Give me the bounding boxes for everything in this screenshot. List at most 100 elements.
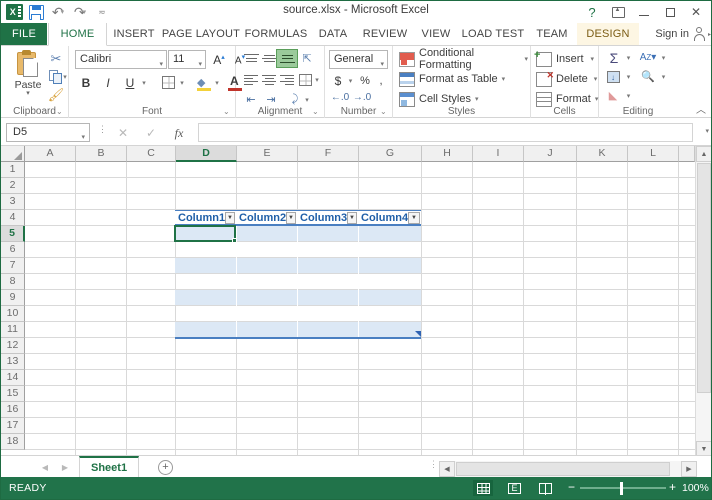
insert-cells-button[interactable]: Insert ▾ [534,49,596,69]
column-header-J[interactable]: J [524,146,577,162]
insert-function-button[interactable]: fx [167,124,191,142]
row-header-6[interactable]: 6 [1,242,25,258]
italic-button[interactable]: I [97,73,119,92]
format-as-table-button[interactable]: Format as Table ▾ [397,69,507,89]
decrease-decimal-icon[interactable]: →.0 [353,90,371,105]
merge-dropdown-icon[interactable]: ▾ [312,70,322,89]
autosum-dropdown-icon[interactable]: ▾ [624,49,633,66]
enter-formula-button[interactable]: ✓ [139,124,163,142]
tab-file[interactable]: FILE [1,23,47,45]
borders-dropdown-icon[interactable]: ▾ [177,73,187,92]
help-icon[interactable]: ? [579,2,605,23]
column-header-G[interactable]: G [359,146,422,162]
minimize-icon[interactable] [631,2,657,23]
split-handle[interactable]: ⋮ [429,460,438,469]
fill-color-dropdown-icon[interactable]: ▾ [212,73,222,92]
underline-dropdown-icon[interactable]: ▾ [139,73,149,92]
tab-formulas[interactable]: FORMULAS [243,23,309,45]
cut-icon[interactable]: ✂ [45,50,67,68]
scroll-left-icon[interactable]: ◀ [439,461,455,477]
row-header-10[interactable]: 10 [1,306,25,322]
alignment-dialog-launcher[interactable]: ⌄ [312,107,321,116]
number-format-select[interactable]: General ▾ [329,50,388,69]
paste-button[interactable]: Paste ▾ [9,49,47,105]
table-header-column4[interactable]: Column4 ▼ [358,210,421,226]
row-header-14[interactable]: 14 [1,370,25,386]
tab-load-test[interactable]: LOAD TEST [459,23,527,45]
row-header-2[interactable]: 2 [1,178,25,194]
font-size-select[interactable]: 11 ▾ [168,50,206,69]
autosum-icon[interactable]: Σ [605,49,623,66]
row-header-9[interactable]: 9 [1,290,25,306]
normal-view-button[interactable] [473,480,493,496]
comma-format-button[interactable]: , [375,72,387,89]
collapse-ribbon-button[interactable]: ︿ [696,101,706,116]
column-header-I[interactable]: I [473,146,524,162]
column-header-K[interactable]: K [577,146,628,162]
table-resize-handle[interactable] [415,331,421,337]
scroll-right-icon[interactable]: ▶ [681,461,697,477]
increase-font-size-button[interactable]: A▴ [208,50,230,69]
close-icon[interactable]: ✕ [683,2,709,23]
next-sheet-icon[interactable]: ▶ [57,460,73,474]
increase-decimal-icon[interactable]: ←.0 [331,90,349,105]
row-header-3[interactable]: 3 [1,194,25,210]
column-header-B[interactable]: B [76,146,127,162]
tab-home[interactable]: HOME [48,23,107,46]
tab-review[interactable]: REVIEW [357,23,413,45]
number-dialog-launcher[interactable]: ⌄ [380,107,389,116]
horizontal-scrollbar[interactable]: ◀ ▶ [439,461,697,477]
accounting-format-button[interactable]: $ [331,72,345,89]
vertical-scroll-thumb[interactable] [697,163,711,393]
accounting-dropdown-icon[interactable]: ▾ [346,72,355,89]
fill-handle[interactable] [232,238,237,243]
font-family-select[interactable]: Calibri ▾ [75,50,167,69]
filter-dropdown-icon[interactable]: ▼ [408,211,420,224]
underline-button[interactable]: U [119,73,141,92]
column-header-C[interactable]: C [127,146,176,162]
account-avatar-icon[interactable]: ▸ [692,26,711,42]
percent-format-button[interactable]: % [358,72,372,89]
tab-team[interactable]: TEAM [529,23,575,45]
sign-in-link[interactable]: Sign in [655,23,689,45]
zoom-level-label[interactable]: 100% [682,482,709,494]
ribbon-display-options-icon[interactable] [605,2,631,23]
sheet-tab-sheet1[interactable]: Sheet1 [79,456,140,477]
row-header-1[interactable]: 1 [1,162,25,178]
filter-dropdown-icon[interactable]: ▼ [225,211,235,224]
cancel-formula-button[interactable]: ✕ [111,124,135,142]
column-header-L[interactable]: L [628,146,679,162]
row-header-4[interactable]: 4 [1,210,25,226]
row-header-18[interactable]: 18 [1,434,25,450]
tab-view[interactable]: VIEW [415,23,457,45]
expand-formula-bar-icon[interactable]: ▾ [705,127,709,135]
clear-dropdown-icon[interactable]: ▾ [624,88,633,103]
tab-page-layout[interactable]: PAGE LAYOUT [161,23,241,45]
copy-dropdown-icon[interactable]: ▾ [61,68,69,86]
new-sheet-button[interactable]: + [158,460,173,475]
table-header-column1[interactable]: Column1 ▼ [175,210,236,226]
scroll-up-icon[interactable]: ▲ [696,146,711,162]
clipboard-dialog-launcher[interactable]: ⌄ [56,107,65,116]
tab-design[interactable]: DESIGN [577,23,639,45]
table-header-column2[interactable]: Column2 ▼ [236,210,297,226]
delete-cells-button[interactable]: Delete ▾ [534,69,599,89]
column-header-M[interactable] [679,146,695,162]
previous-sheet-icon[interactable]: ◀ [37,460,53,474]
row-header-13[interactable]: 13 [1,354,25,370]
zoom-out-button[interactable]: − [568,481,575,494]
tab-insert[interactable]: INSERT [109,23,159,45]
zoom-in-button[interactable]: + [669,481,676,494]
row-header-11[interactable]: 11 [1,322,25,338]
filter-dropdown-icon[interactable]: ▼ [286,211,296,224]
page-break-preview-button[interactable] [535,480,555,496]
fill-icon[interactable]: ↓ [605,69,621,84]
align-bottom-button[interactable] [276,49,298,68]
row-header-7[interactable]: 7 [1,258,25,274]
conditional-formatting-button[interactable]: Conditional Formatting ▾ [397,47,530,71]
borders-icon[interactable] [157,73,179,92]
formula-input[interactable] [198,123,693,142]
maximize-icon[interactable] [657,2,683,23]
column-header-D[interactable]: D [176,146,237,162]
select-all-button[interactable] [1,146,25,162]
